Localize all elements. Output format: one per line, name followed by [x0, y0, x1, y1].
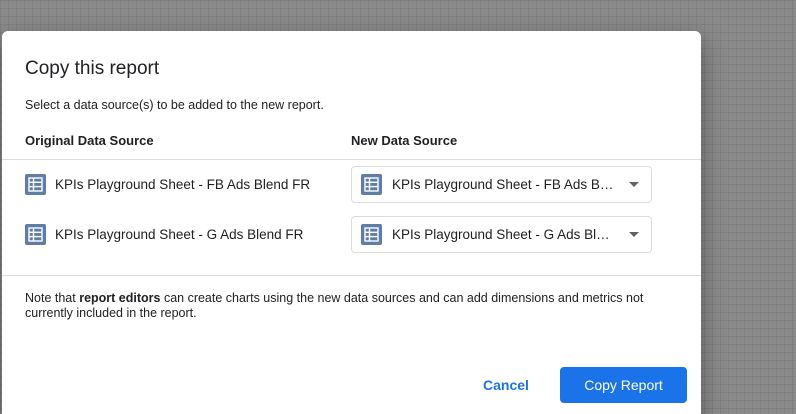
sheet-icon	[361, 224, 382, 245]
column-header-original: Original Data Source	[25, 133, 154, 148]
caret-down-icon[interactable]	[629, 232, 639, 237]
new-source-selected-label: KPIs Playground Sheet - FB Ads Blend FR	[392, 177, 614, 192]
sheet-icon	[25, 224, 46, 245]
new-source-selected-label: KPIs Playground Sheet - G Ads Blend FR	[392, 227, 614, 242]
new-source-select[interactable]: KPIs Playground Sheet - FB Ads Blend FR	[351, 166, 652, 203]
original-source-label: KPIs Playground Sheet - FB Ads Blend FR	[55, 177, 311, 192]
sheet-icon	[361, 174, 382, 195]
divider	[2, 159, 701, 160]
cancel-button[interactable]: Cancel	[472, 367, 540, 403]
dialog-title: Copy this report	[25, 58, 160, 79]
original-source-row: KPIs Playground Sheet - G Ads Blend FR	[25, 224, 303, 245]
copy-report-button[interactable]: Copy Report	[560, 367, 687, 403]
note-bold: report editors	[79, 291, 161, 305]
sheet-icon	[25, 174, 46, 195]
column-header-new: New Data Source	[351, 133, 458, 148]
note-prefix: Note that	[25, 291, 80, 305]
divider	[2, 275, 701, 276]
original-source-label: KPIs Playground Sheet - G Ads Blend FR	[55, 227, 304, 242]
note-text: Note that report editors can create char…	[25, 291, 675, 321]
dialog-subtitle: Select a data source(s) to be added to t…	[25, 98, 324, 112]
caret-down-icon[interactable]	[629, 182, 639, 187]
new-source-select[interactable]: KPIs Playground Sheet - G Ads Blend FR	[351, 216, 652, 253]
original-source-row: KPIs Playground Sheet - FB Ads Blend FR	[25, 174, 310, 195]
copy-report-dialog: Copy this report Select a data source(s)…	[2, 31, 701, 414]
